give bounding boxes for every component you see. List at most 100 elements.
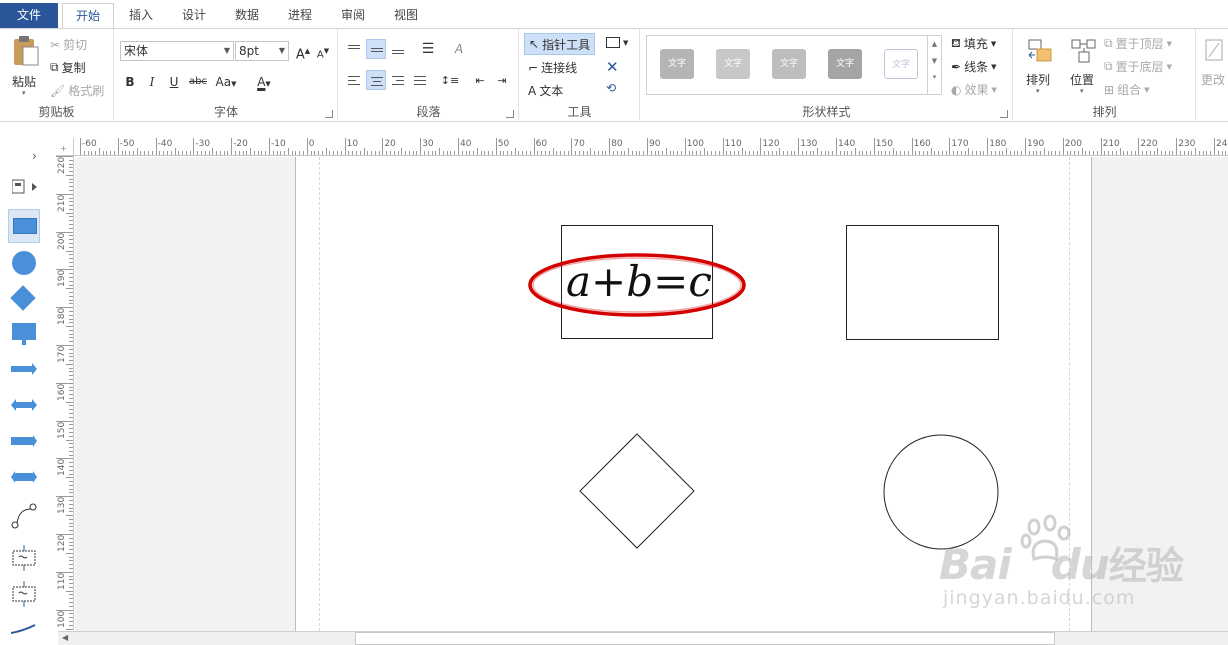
drawing-canvas[interactable]: a+b=c Bai du经验 jingyan.baidu.com (75, 157, 1228, 631)
ruler-minor-tick (371, 151, 373, 155)
expand-chevron-icon[interactable]: › (32, 149, 37, 163)
line-shape-icon[interactable] (10, 623, 37, 638)
ruler-minor-tick (212, 148, 214, 155)
change-case-button[interactable]: Aa▼ (212, 72, 240, 92)
grow-font-button[interactable]: A▲ (293, 41, 313, 62)
group-button[interactable]: ⊞ 组合 ▼ (1104, 81, 1149, 98)
vertical-ruler[interactable]: 220 210 200 190 180 170 160 150 140 130 120 110 100 (56, 156, 74, 630)
change-shape-button[interactable]: 更改 (1199, 35, 1228, 101)
text-rotate-button[interactable]: A (449, 39, 469, 59)
ruler-minor-tick (745, 151, 747, 155)
tab-insert[interactable]: 插入 (117, 3, 165, 28)
tab-home[interactable]: 开始 (62, 3, 114, 28)
cut-button[interactable]: ✂ 剪切 (50, 36, 87, 53)
align-bottom-button[interactable] (388, 39, 408, 59)
callout-shape-icon[interactable] (12, 323, 36, 350)
font-size-select[interactable]: 8pt ▼ (235, 41, 289, 61)
ruler-label: 60 (535, 139, 548, 149)
chevron-up-icon[interactable]: ▲ (928, 40, 941, 48)
curve-connector-icon[interactable] (11, 503, 37, 532)
justify-button[interactable] (410, 70, 430, 90)
paragraph-dialog-launcher-icon[interactable] (506, 110, 514, 118)
ruler-minor-tick (1206, 151, 1208, 155)
shape-style-5[interactable]: 文字 (877, 40, 925, 90)
ruler-minor-tick (340, 151, 342, 155)
ruler-tick (836, 138, 837, 155)
circle-shape-icon[interactable] (12, 251, 36, 275)
baidu-paw-icon (1020, 514, 1071, 562)
diamond-shape-icon[interactable] (10, 285, 36, 311)
align-center-button[interactable] (366, 70, 386, 90)
align-left-button[interactable] (344, 70, 364, 90)
stencil-rectangle-selected[interactable] (8, 209, 40, 243)
gallery-scroll[interactable]: ▲ ▼ ▾ (927, 36, 941, 94)
container-shape-icon[interactable] (11, 545, 37, 574)
circle-shape[interactable] (882, 433, 1000, 551)
container-shape-2-icon[interactable] (11, 581, 37, 610)
align-top-button[interactable] (344, 39, 364, 59)
stencil-menu-icon[interactable] (11, 179, 38, 198)
font-name-select[interactable]: 宋体 ▼ (120, 41, 234, 61)
bold-button[interactable]: B (120, 72, 140, 92)
rectangle-shape[interactable] (846, 225, 999, 340)
underline-button[interactable]: U (164, 72, 184, 92)
ruler-minor-tick (69, 454, 73, 456)
ruler-minor-tick (148, 151, 150, 155)
copy-button[interactable]: ⧉ 复制 (50, 59, 86, 76)
shape-style-4[interactable]: 文字 (821, 40, 869, 90)
arrange-button[interactable]: 排列 ▾ (1022, 35, 1058, 101)
horizontal-scrollbar[interactable]: ◀ (58, 631, 1228, 645)
increase-indent-button[interactable]: ⇥ (492, 70, 512, 90)
diamond-shape[interactable] (579, 433, 695, 549)
block-arrow-shape-icon[interactable] (11, 435, 37, 450)
send-to-back-button[interactable]: ⧉ 置于底层 ▼ (1104, 58, 1172, 75)
tab-review[interactable]: 审阅 (329, 3, 377, 28)
font-color-button[interactable]: A▼ (249, 72, 279, 92)
bring-to-front-button[interactable]: ⧉ 置于顶层 ▼ (1104, 35, 1172, 52)
tab-file[interactable]: 文件 (0, 3, 58, 29)
tab-view[interactable]: 视图 (382, 3, 430, 28)
tab-data[interactable]: 数据 (223, 3, 271, 28)
connection-point-button[interactable]: ⟲ (606, 81, 616, 95)
connector-button[interactable]: ⌐ 连接线 (528, 59, 577, 76)
rectangle-tool-button[interactable]: ▼ (606, 37, 628, 48)
shape-styles-launcher-icon[interactable] (1000, 110, 1008, 118)
italic-button[interactable]: I (142, 72, 162, 92)
line-button[interactable]: ✒ 线条 ▼ (951, 58, 996, 75)
paragraph-group: ☰ A ↕≡ ⇤ ⇥ 段落 (339, 29, 519, 122)
arrow-right-shape-icon[interactable] (11, 363, 37, 378)
scrollbar-thumb[interactable] (355, 632, 1055, 645)
ribbon: 粘贴 ▾ ✂ 剪切 ⧉ 复制 🖌 格式刷 剪贴板 宋体 ▼ 8pt ▼ A▲ A… (0, 28, 1228, 122)
ruler-tick (231, 138, 233, 155)
pointer-tool-button[interactable]: ↖ 指针工具 (524, 33, 596, 55)
gallery-more-icon[interactable]: ▾ (928, 73, 941, 81)
horizontal-ruler[interactable]: -60 -50 -40 -30 -20 -10 0 10 20 30 40 50 60 70 80 90 100… (56, 138, 1228, 156)
strikethrough-button[interactable]: abc (186, 72, 210, 92)
tab-design[interactable]: 设计 (170, 3, 218, 28)
font-dialog-launcher-icon[interactable] (325, 110, 333, 118)
bullets-button[interactable]: ☰ (418, 39, 438, 59)
paste-dropdown-icon[interactable]: ▾ (22, 89, 26, 97)
ruler-minor-tick (817, 148, 819, 155)
align-right-button[interactable] (388, 70, 408, 90)
align-middle-button[interactable] (366, 39, 386, 59)
fill-button[interactable]: ⛾ 填充 ▼ (951, 35, 996, 52)
shape-style-3[interactable]: 文字 (765, 40, 813, 90)
format-painter-button[interactable]: 🖌 格式刷 (50, 82, 104, 99)
close-x-button[interactable]: ✕ (606, 58, 619, 76)
line-spacing-button[interactable]: ↕≡ (440, 70, 460, 90)
chevron-down-icon[interactable]: ▼ (928, 57, 941, 65)
paste-button[interactable]: 粘贴 ▾ (8, 35, 44, 101)
shrink-font-button[interactable]: A▼ (313, 41, 333, 61)
decrease-indent-button[interactable]: ⇤ (470, 70, 490, 90)
position-button[interactable]: 位置 ▾ (1066, 35, 1102, 101)
text-tool-button[interactable]: A 文本 (528, 82, 563, 99)
shape-style-1[interactable]: 文字 (653, 40, 701, 90)
effect-button[interactable]: ◐ 效果 ▼ (951, 81, 997, 98)
scroll-left-icon[interactable]: ◀ (62, 633, 68, 642)
shape-style-2[interactable]: 文字 (709, 40, 757, 90)
bidirectional-arrow-shape-icon[interactable] (11, 471, 37, 486)
double-arrow-shape-icon[interactable] (11, 399, 37, 414)
ruler-minor-tick (178, 151, 180, 155)
tab-process[interactable]: 进程 (276, 3, 324, 28)
